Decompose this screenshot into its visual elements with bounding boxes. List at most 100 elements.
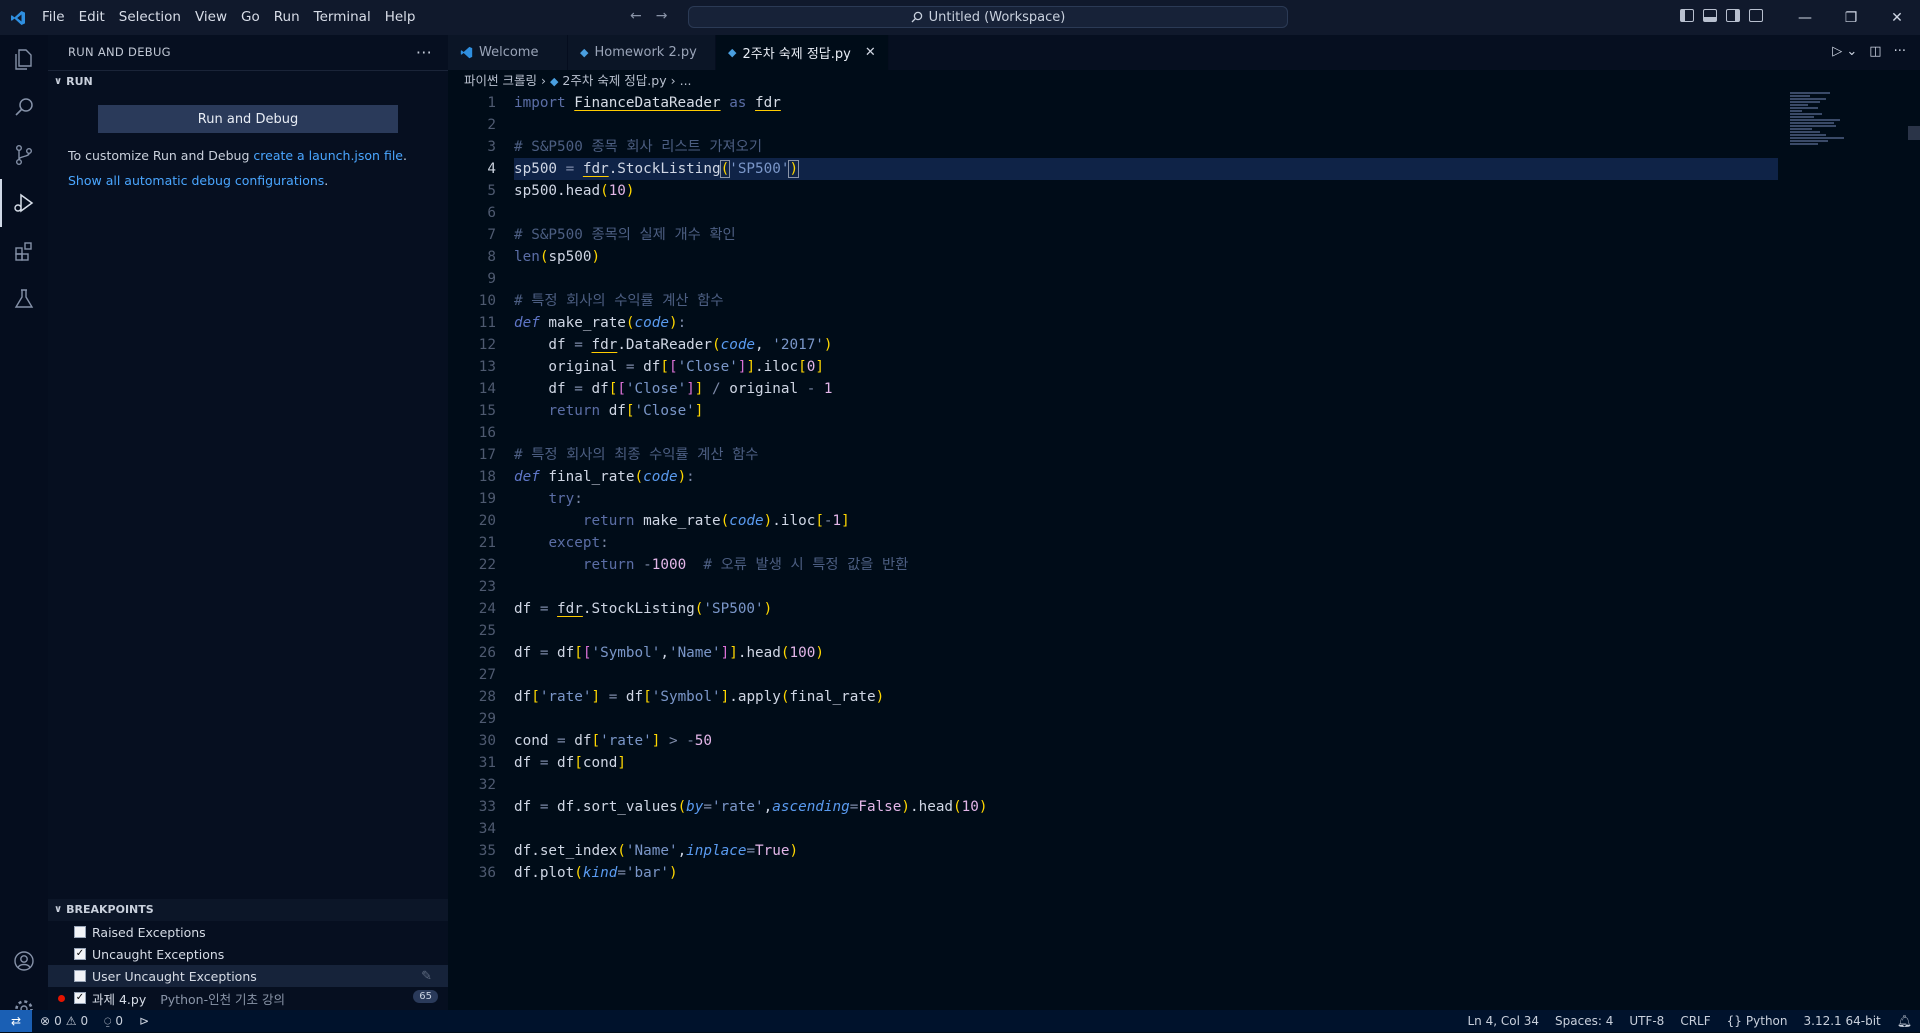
toggle-secondary-sidebar-icon[interactable] bbox=[1726, 9, 1740, 22]
code-line: 36 df.plot(kind='bar') bbox=[448, 862, 1778, 884]
menu-selection[interactable]: Selection bbox=[112, 0, 188, 35]
code-line-text: except: bbox=[548, 535, 609, 551]
remote-indicator-icon[interactable]: ⇄ bbox=[0, 1010, 32, 1032]
split-editor-icon[interactable]: ◫ bbox=[1869, 44, 1881, 59]
code-line: 21 except: bbox=[448, 532, 1778, 554]
toggle-primary-sidebar-icon[interactable] bbox=[1680, 9, 1694, 22]
code-line-text: len(sp500) bbox=[514, 249, 601, 265]
breakpoints-section: ∨ BREAKPOINTS Raised Exceptions ✓ Uncaug… bbox=[48, 899, 448, 1009]
breadcrumb-file[interactable]: 2주차 숙제 정답.py bbox=[562, 73, 666, 88]
show-all-debug-configs-link[interactable]: Show all automatic debug configurations bbox=[68, 173, 324, 188]
restore-icon[interactable]: ❐ bbox=[1828, 10, 1874, 26]
source-control-icon[interactable] bbox=[0, 131, 48, 179]
menu-file[interactable]: File bbox=[35, 0, 72, 35]
create-launch-json-link[interactable]: create a launch.json file bbox=[253, 148, 403, 163]
code-line-text: sp500.head(10) bbox=[514, 183, 635, 199]
tab-welcome[interactable]: Welcome bbox=[448, 35, 568, 70]
more-actions-icon[interactable]: ··· bbox=[416, 35, 432, 70]
code-line: 35 df.set_index('Name',inplace=True) bbox=[448, 840, 1778, 862]
python-interpreter[interactable]: 3.12.1 64-bit bbox=[1796, 1010, 1889, 1032]
breakpoint-dot-icon bbox=[58, 995, 65, 1002]
code-line: 12 df = fdr.DataReader(code, '2017') bbox=[448, 334, 1778, 356]
code-line: 23 bbox=[448, 576, 1778, 598]
vscode-logo-icon bbox=[0, 0, 35, 35]
run-and-debug-button[interactable]: Run and Debug bbox=[98, 105, 398, 133]
extensions-icon[interactable] bbox=[0, 227, 48, 275]
problems-indicator[interactable]: ⊗ 0 ⚠ 0 bbox=[32, 1010, 96, 1032]
code-line: 9 bbox=[448, 268, 1778, 290]
code-editor[interactable]: 1 import FinanceDataReader as fdr 2 3 # S&… bbox=[448, 92, 1778, 884]
breadcrumb-folder[interactable]: 파이썬 크롤링 bbox=[464, 73, 537, 88]
breadcrumb-symbols[interactable]: ... bbox=[680, 73, 692, 88]
customize-layout-icon[interactable] bbox=[1749, 9, 1763, 22]
editor-more-actions-icon[interactable]: ··· bbox=[1894, 44, 1906, 59]
language-mode[interactable]: {} Python bbox=[1719, 1010, 1796, 1032]
code-line: 10 # 특정 회사의 수익률 계산 함수 bbox=[448, 290, 1778, 312]
menu-help[interactable]: Help bbox=[378, 0, 423, 35]
code-line: 34 bbox=[448, 818, 1778, 840]
code-line: 6 bbox=[448, 202, 1778, 224]
breakpoints-header[interactable]: ∨ BREAKPOINTS bbox=[48, 899, 448, 921]
tab-2주차-숙제-정답[interactable]: ◆ 2주차 숙제 정답.py ✕ bbox=[716, 35, 889, 70]
close-window-icon[interactable]: ✕ bbox=[1874, 10, 1920, 26]
menu-go[interactable]: Go bbox=[234, 0, 267, 35]
notifications-bell-icon[interactable]: 🔔︎ bbox=[1889, 1010, 1920, 1032]
command-center[interactable]: Untitled (Workspace) bbox=[688, 6, 1288, 28]
testing-flask-icon[interactable] bbox=[0, 275, 48, 323]
customize-text: To customize Run and Debug create a laun… bbox=[68, 148, 407, 163]
cursor-position[interactable]: Ln 4, Col 34 bbox=[1460, 1010, 1548, 1032]
menu-view[interactable]: View bbox=[188, 0, 234, 35]
back-arrow-icon[interactable]: ← bbox=[630, 8, 642, 24]
menu-edit[interactable]: Edit bbox=[72, 0, 112, 35]
checkbox[interactable] bbox=[74, 926, 86, 938]
minimize-icon[interactable]: — bbox=[1782, 10, 1828, 26]
tab-homework-2[interactable]: ◆ Homework 2.py bbox=[568, 35, 716, 70]
forward-arrow-icon[interactable]: → bbox=[656, 8, 668, 24]
breakpoint-file[interactable]: ✓ 과제 4.py Python-인천 기초 강의 65 bbox=[48, 987, 448, 1009]
checkbox-checked[interactable]: ✓ bbox=[74, 992, 86, 1004]
code-line-text: df = fdr.StockListing('SP500') bbox=[514, 601, 773, 617]
code-line-text: original = df[['Close']].iloc[0] bbox=[514, 359, 824, 375]
code-line: 7 # S&P500 종목의 실제 개수 확인 bbox=[448, 224, 1778, 246]
checkbox-checked[interactable]: ✓ bbox=[74, 948, 86, 960]
chevron-down-icon: ∨ bbox=[54, 904, 63, 915]
run-section-header[interactable]: ∨ RUN bbox=[48, 70, 448, 93]
menu-run[interactable]: Run bbox=[267, 0, 307, 35]
code-line-text: sp500 = fdr.StockListing('SP500') bbox=[514, 158, 1778, 180]
close-tab-icon[interactable]: ✕ bbox=[865, 45, 876, 60]
activity-bar bbox=[0, 35, 48, 1018]
code-line: 20 return make_rate(code).iloc[-1] bbox=[448, 510, 1778, 532]
debug-status-icon[interactable]: ⊳ bbox=[131, 1010, 157, 1032]
code-line-text: def final_rate(code): bbox=[514, 469, 695, 485]
code-line: 16 bbox=[448, 422, 1778, 444]
checkbox[interactable] bbox=[74, 970, 86, 982]
code-line: 22 return -1000 # 오류 발생 시 특정 값을 반환 bbox=[448, 554, 1778, 576]
menu-terminal[interactable]: Terminal bbox=[307, 0, 378, 35]
edit-pencil-icon[interactable]: ✎ bbox=[421, 969, 432, 984]
toggle-panel-icon[interactable] bbox=[1703, 9, 1717, 22]
run-python-file-icon[interactable]: ▷ ⌄ bbox=[1832, 44, 1857, 59]
breakpoint-raised-exceptions[interactable]: Raised Exceptions bbox=[48, 921, 448, 943]
search-icon[interactable] bbox=[0, 83, 48, 131]
indentation[interactable]: Spaces: 4 bbox=[1547, 1010, 1621, 1032]
code-line-text: df['rate'] = df['Symbol'].apply(final_ra… bbox=[514, 689, 885, 705]
code-line: 31 df = df[cond] bbox=[448, 752, 1778, 774]
run-and-debug-icon[interactable] bbox=[0, 179, 48, 227]
menu-bar: File Edit Selection View Go Run Terminal… bbox=[35, 0, 422, 35]
breakpoint-user-uncaught-exceptions[interactable]: User Uncaught Exceptions ✎ bbox=[48, 965, 448, 987]
code-line-text: def make_rate(code): bbox=[514, 315, 687, 331]
code-line: 11 def make_rate(code): bbox=[448, 312, 1778, 334]
accounts-icon[interactable] bbox=[0, 937, 48, 985]
end-of-line[interactable]: CRLF bbox=[1672, 1010, 1718, 1032]
scrollbar-thumb[interactable] bbox=[1908, 126, 1920, 140]
minimap[interactable] bbox=[1790, 92, 1890, 172]
explorer-icon[interactable] bbox=[0, 35, 48, 83]
code-line: 5 sp500.head(10) bbox=[448, 180, 1778, 202]
encoding[interactable]: UTF-8 bbox=[1621, 1010, 1672, 1032]
breakpoint-uncaught-exceptions[interactable]: ✓ Uncaught Exceptions bbox=[48, 943, 448, 965]
ports-indicator[interactable]: ⍜ 0 bbox=[96, 1010, 131, 1032]
